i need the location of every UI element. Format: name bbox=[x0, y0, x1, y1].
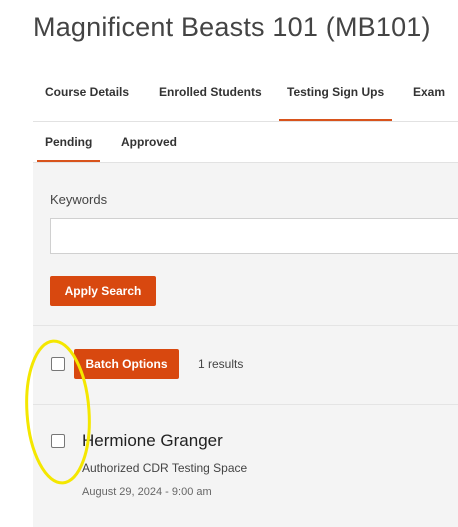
tab-approved[interactable]: Approved bbox=[121, 122, 177, 162]
signup-subtabs: Pending Approved bbox=[33, 122, 458, 163]
course-tabs: Course Details Enrolled Students Testing… bbox=[33, 64, 458, 122]
testing-space: Authorized CDR Testing Space bbox=[82, 461, 248, 475]
tab-course-details[interactable]: Course Details bbox=[45, 64, 129, 121]
tab-enrolled-students[interactable]: Enrolled Students bbox=[159, 64, 262, 121]
keywords-input[interactable] bbox=[50, 218, 458, 254]
student-name[interactable]: Hermione Granger bbox=[82, 431, 223, 451]
tab-testing-sign-ups[interactable]: Testing Sign Ups bbox=[278, 64, 393, 121]
divider bbox=[33, 404, 458, 405]
keywords-label: Keywords bbox=[50, 192, 108, 207]
testing-date: August 29, 2024 - 9:00 am bbox=[82, 486, 212, 498]
tab-exam[interactable]: Exam bbox=[413, 64, 445, 121]
tab-pending[interactable]: Pending bbox=[36, 122, 101, 162]
apply-search-button[interactable]: Apply Search bbox=[50, 276, 156, 306]
results-count: 1 results bbox=[198, 357, 244, 371]
select-all-checkbox[interactable] bbox=[51, 357, 65, 371]
page-title: Magnificent Beasts 101 (MB101) bbox=[33, 12, 431, 42]
batch-options-button[interactable]: Batch Options bbox=[74, 349, 179, 379]
student-row-checkbox[interactable] bbox=[51, 434, 65, 448]
